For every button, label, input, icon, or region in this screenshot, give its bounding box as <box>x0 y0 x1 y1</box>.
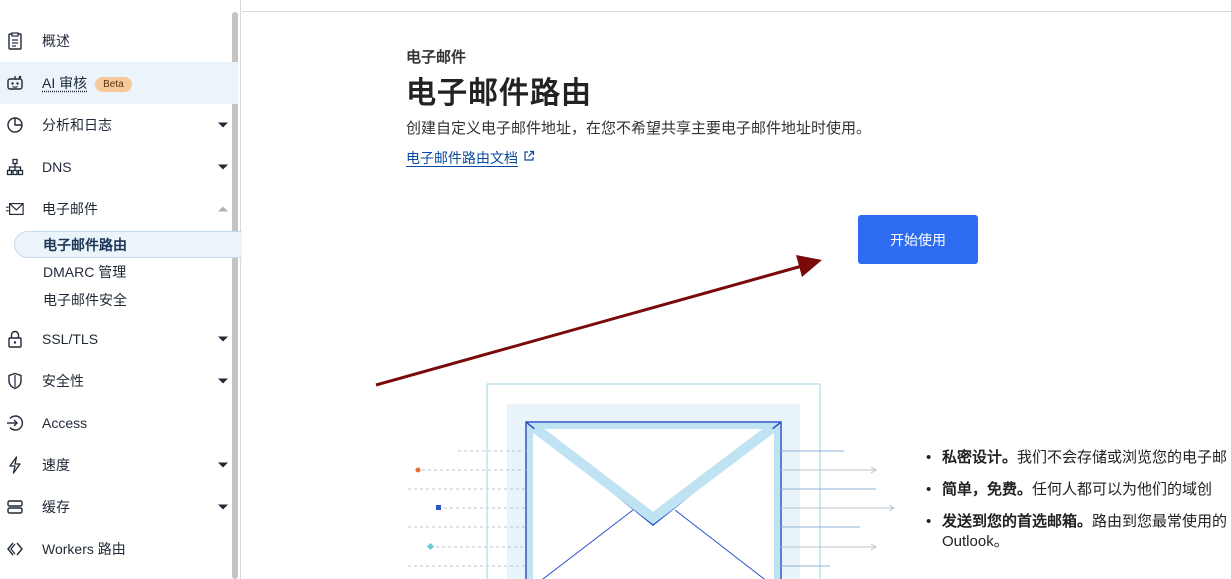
chevron-down-icon[interactable] <box>218 122 228 128</box>
feature-title: 发送到您的首选邮箱。 <box>942 513 1093 530</box>
sidebar-subitem-label: 电子邮件安全 <box>43 291 127 308</box>
clipboard-icon <box>6 32 24 50</box>
annotation-arrow <box>375 255 822 387</box>
feature-title: 简单，免费。 <box>942 481 1033 498</box>
page-description: 创建自定义电子邮件地址，在您不希望共享主要电子邮件地址时使用。 <box>406 120 872 137</box>
envelope-icon <box>6 200 24 218</box>
storage-icon <box>6 498 24 516</box>
sidebar-subitem-email-routing[interactable]: 电子邮件路由 <box>14 231 242 258</box>
lock-icon <box>6 330 24 348</box>
sidebar-item-analytics-logs[interactable]: 分析和日志 <box>0 104 238 146</box>
sidebar-item-label: AI 审核 <box>42 75 88 91</box>
sidebar-item-label: SSL/TLS <box>42 331 99 347</box>
sidebar-item-label: 概述 <box>42 33 70 49</box>
list-item: 私密设计。我们不会存储或浏览您的电子邮 <box>926 448 1231 480</box>
sidebar-item-label: 速度 <box>42 457 70 473</box>
shield-icon <box>6 372 24 390</box>
feature-text-continued: Outlook。 <box>942 533 1009 550</box>
external-link-icon[interactable] <box>523 150 535 162</box>
pie-chart-icon <box>6 116 24 134</box>
sidebar-item-access[interactable]: Access <box>0 402 238 444</box>
sidebar-item-ai-review[interactable]: AI 审核 Beta <box>0 62 238 104</box>
sidebar-item-ssl-tls[interactable]: SSL/TLS <box>0 318 238 360</box>
sidebar-item-cache[interactable]: 缓存 <box>0 486 238 528</box>
sidebar-item-speed[interactable]: 速度 <box>0 444 238 486</box>
get-started-button[interactable]: 开始使用 <box>858 215 978 264</box>
sidebar-item-dns[interactable]: DNS <box>0 146 238 188</box>
sidebar-subitem-dmarc[interactable]: DMARC 管理 <box>14 258 242 285</box>
workers-icon <box>6 540 24 558</box>
envelope-illustration <box>408 383 895 579</box>
sidebar: 概述 AI 审核 Beta 分析和日志 DNS 电子邮件 电子邮件路由 DMARC… <box>0 0 242 579</box>
sidebar-item-label: 分析和日志 <box>42 117 112 133</box>
access-icon <box>6 414 24 432</box>
robot-icon <box>6 74 24 92</box>
page-title: 电子邮件路由 <box>406 77 592 110</box>
feature-text: 任何人都可以为他们的域创 <box>1032 481 1213 498</box>
chevron-up-icon[interactable] <box>218 206 228 212</box>
lightning-icon <box>6 456 24 474</box>
chevron-down-icon[interactable] <box>218 164 228 170</box>
sidebar-item-label: Workers 路由 <box>42 541 126 557</box>
sidebar-item-label: Access <box>42 415 88 431</box>
chevron-down-icon[interactable] <box>218 378 228 384</box>
list-item: 简单，免费。任何人都可以为他们的域创 <box>926 480 1231 512</box>
feature-title: 私密设计。 <box>942 449 1018 466</box>
sidebar-subitem-label: DMARC 管理 <box>43 263 127 280</box>
chevron-down-icon[interactable] <box>218 462 228 468</box>
sidebar-item-security[interactable]: 安全性 <box>0 360 238 402</box>
sidebar-item-label: DNS <box>42 159 72 175</box>
sidebar-subitem-email-security[interactable]: 电子邮件安全 <box>14 286 242 313</box>
page-eyebrow: 电子邮件 <box>406 49 467 66</box>
chevron-down-icon[interactable] <box>218 336 228 342</box>
header-divider <box>242 11 1231 12</box>
sidebar-item-label: 安全性 <box>42 373 84 389</box>
chevron-down-icon[interactable] <box>218 504 228 510</box>
sidebar-item-workers-routes[interactable]: Workers 路由 <box>0 528 238 570</box>
list-item: 发送到您的首选邮箱。路由到您最常使用的 Outlook。 <box>926 512 1231 560</box>
sidebar-subitem-label: 电子邮件路由 <box>43 236 127 253</box>
feature-list: 私密设计。我们不会存储或浏览您的电子邮 简单，免费。任何人都可以为他们的域创 发… <box>926 448 1231 560</box>
network-icon <box>6 158 24 176</box>
sidebar-item-label: 电子邮件 <box>42 201 98 217</box>
feature-text: 路由到您最常使用的 <box>1092 513 1228 530</box>
beta-badge: Beta <box>95 76 132 92</box>
sidebar-item-overview[interactable]: 概述 <box>0 20 238 62</box>
sidebar-item-label: 缓存 <box>42 499 70 515</box>
sidebar-item-email[interactable]: 电子邮件 <box>0 188 238 230</box>
feature-text: 我们不会存储或浏览您的电子邮 <box>1017 449 1228 466</box>
docs-link[interactable]: 电子邮件路由文档 <box>406 148 518 168</box>
